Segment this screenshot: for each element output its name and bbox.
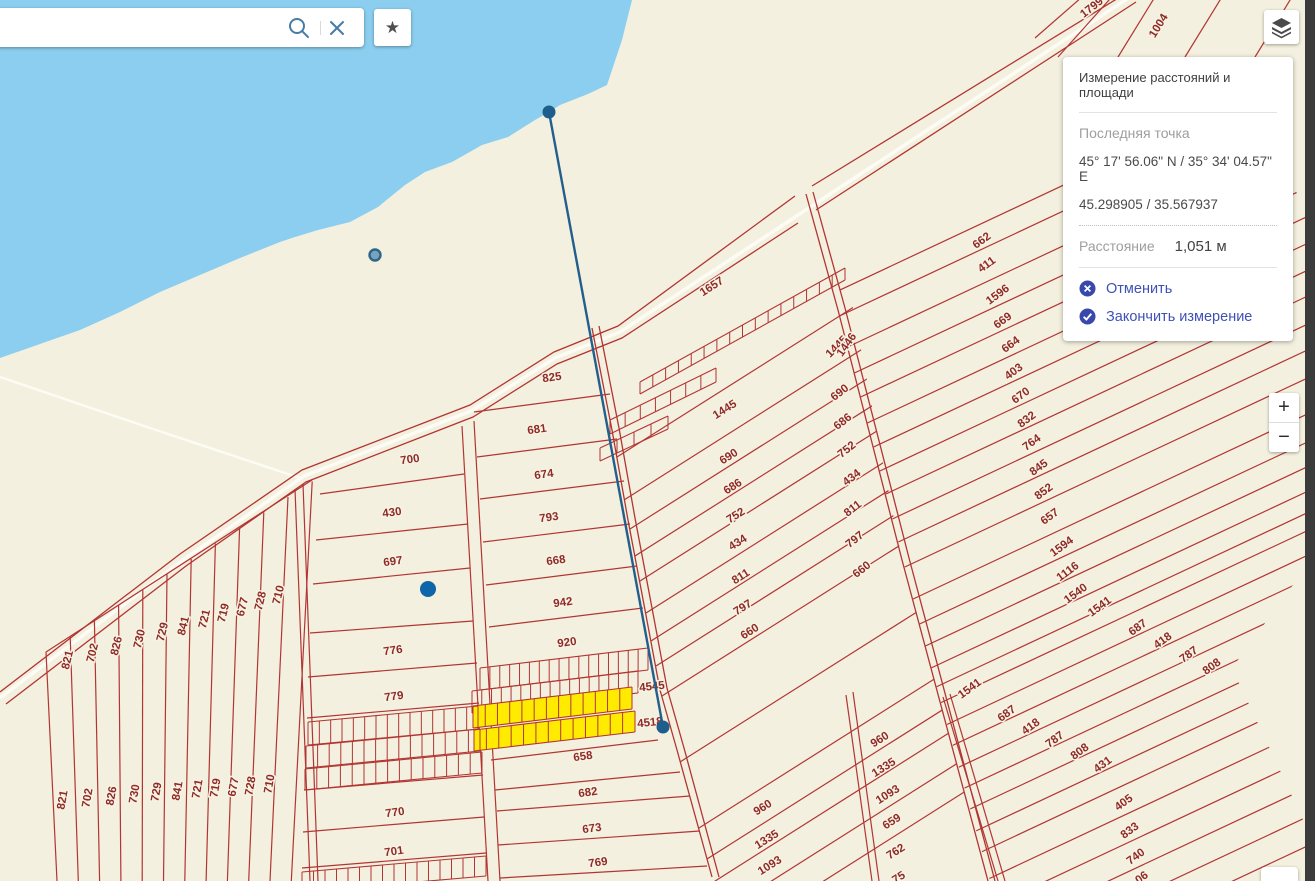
- cancel-circle-icon: [1079, 280, 1096, 297]
- finish-measure-link[interactable]: Закончить измерение: [1079, 308, 1277, 325]
- finish-label: Закончить измерение: [1106, 309, 1252, 325]
- layers-icon: [1270, 16, 1293, 39]
- measure-start-point[interactable]: [543, 106, 556, 119]
- measure-vertex-marker[interactable]: [370, 250, 381, 261]
- last-point-label: Последняя точка: [1079, 125, 1277, 141]
- partial-control[interactable]: [1261, 867, 1298, 881]
- search-divider: [320, 21, 321, 35]
- coordinates-decimal: 45.298905 / 35.567937: [1079, 197, 1277, 212]
- check-circle-icon: [1079, 308, 1096, 325]
- layers-button[interactable]: [1264, 10, 1299, 44]
- measurement-panel: Измерение расстояний и площади Последняя…: [1063, 57, 1293, 341]
- distance-value-text: 1,051 м: [1175, 238, 1227, 255]
- close-icon[interactable]: [324, 15, 350, 41]
- star-icon: ★: [385, 18, 400, 38]
- favorites-button[interactable]: ★: [374, 9, 411, 46]
- cancel-label: Отменить: [1106, 281, 1172, 297]
- zoom-in-button[interactable]: +: [1269, 393, 1299, 423]
- measure-end-point[interactable]: [657, 721, 670, 734]
- zoom-out-button[interactable]: −: [1269, 423, 1299, 452]
- window-edge-strip: [1305, 0, 1315, 881]
- search-bar: [0, 8, 364, 47]
- coordinates-dms: 45° 17' 56.06" N / 35° 34' 04.57" E: [1079, 154, 1277, 184]
- distance-row: Расстояние 1,051 м: [1079, 238, 1277, 255]
- divider: [1079, 112, 1277, 113]
- search-icon[interactable]: [286, 15, 312, 41]
- poi-dot[interactable]: [420, 581, 436, 597]
- panel-title: Измерение расстояний и площади: [1079, 70, 1277, 100]
- zoom-control: + −: [1269, 393, 1299, 452]
- map-stage: 8217028267307298417217196777287108217028…: [0, 0, 1315, 881]
- distance-label: Расстояние: [1079, 238, 1155, 254]
- search-input[interactable]: [8, 8, 277, 49]
- dotted-divider: [1079, 225, 1277, 226]
- divider: [1079, 267, 1277, 268]
- cancel-measure-link[interactable]: Отменить: [1079, 280, 1277, 297]
